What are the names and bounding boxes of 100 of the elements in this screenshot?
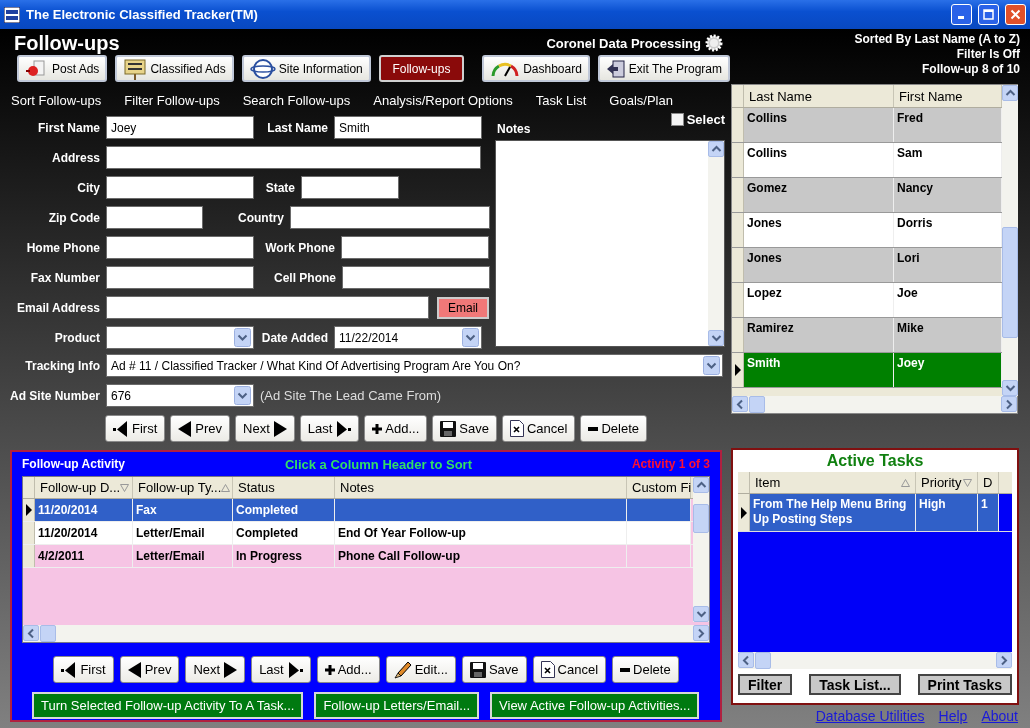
record-button[interactable]: Save [432,415,497,442]
task-button[interactable]: Print Tasks [917,674,1012,695]
dropdown-field[interactable]: 676 [106,384,254,407]
table-row[interactable]: Gomez Nancy [732,178,1002,213]
table-row[interactable]: 11/20/2014 Letter/Email Completed End Of Year Follow-up [23,522,693,545]
notes-field[interactable] [495,140,725,347]
table-row[interactable]: 4/2/2011 Letter/Email In Progress Phone Call Follow-up [23,545,693,568]
menu-item[interactable]: Sort Follow-ups [11,93,102,108]
field-label: City [76,180,101,195]
close-button[interactable] [1005,4,1026,25]
menu-item[interactable]: Search Follow-ups [242,93,351,108]
record-button[interactable]: Cancel [532,656,607,683]
row-pointer-icon [740,506,747,519]
table-cell: Letter/Email [133,545,233,567]
record-button[interactable]: Next [185,656,246,683]
record-button[interactable]: Delete [612,656,679,683]
menu-item[interactable]: Goals/Plan [609,93,673,108]
nav-button[interactable]: Exit The Program [597,55,730,82]
scrollbar-thumb[interactable] [693,504,709,533]
record-button[interactable]: First [53,656,114,683]
record-button[interactable]: Next [235,415,295,442]
record-button[interactable]: Save [461,656,527,683]
task-button[interactable]: Filter [738,674,793,695]
dropdown-field[interactable]: Ad # 11 / Classified Tracker / What Kind Of Advertising Program Are You On? [106,354,723,377]
task-button[interactable]: Task List... [809,674,901,695]
text-field[interactable] [106,176,254,199]
record-button[interactable]: Last [299,415,360,442]
text-field[interactable] [290,206,490,229]
table-row[interactable]: Smith Joey [732,353,1002,388]
text-field[interactable]: Joey [106,116,254,139]
text-field[interactable] [301,176,399,199]
horizontal-scrollbar[interactable] [732,396,1017,413]
last-icon [286,661,303,678]
menu-item[interactable]: Analysis/Report Options [373,93,513,108]
page-title: Follow-ups [14,31,121,55]
record-button[interactable]: Add... [316,656,380,683]
record-button[interactable]: Last [251,656,311,683]
field-label: Cell Phone [273,270,337,285]
scrollbar-thumb[interactable] [749,396,765,413]
record-button[interactable]: Cancel [501,415,576,442]
record-button[interactable]: Add... [364,415,428,442]
record-button[interactable]: Prev [170,415,230,442]
maximize-button[interactable] [978,4,999,25]
record-button[interactable]: Prev [119,656,180,683]
field-label: Work Phone [264,240,336,255]
checkbox[interactable] [670,113,684,126]
minimize-button[interactable] [951,4,972,25]
table-row[interactable]: Lopez Joe [732,283,1002,318]
dropdown-field[interactable]: 11/22/2014 [334,326,482,349]
text-field[interactable] [106,146,481,169]
vertical-scrollbar[interactable] [693,477,709,622]
nav-button[interactable]: Follow-ups [378,55,465,82]
email-button[interactable]: Email [437,296,489,319]
record-button[interactable]: Edit... [385,656,456,683]
record-button[interactable]: First [105,415,166,442]
menu-item[interactable]: Task List [535,93,587,108]
horizontal-scrollbar[interactable] [23,625,709,642]
previous-icon [127,661,142,678]
table-cell: Smith [744,353,894,387]
table-cell: Mike [894,318,1002,352]
table-cell: Collins [744,143,894,177]
nav-button[interactable]: Site Information [241,55,371,82]
vertical-scrollbar[interactable] [1002,85,1018,396]
table-row[interactable]: Ramirez Mike [732,318,1002,353]
action-button[interactable]: View Active Follow-up Activities... [490,692,700,719]
dropdown-field[interactable] [106,326,254,349]
table-row[interactable]: Collins Sam [732,143,1002,178]
maximize-icon [983,9,994,20]
text-field[interactable] [341,236,489,259]
scrollbar-thumb[interactable] [1002,226,1018,339]
vertical-scrollbar[interactable] [708,141,724,346]
table-row[interactable]: Jones Lori [732,248,1002,283]
record-button[interactable]: Delete [580,415,647,442]
panel-title: Active Tasks [825,451,925,471]
text-field[interactable] [106,236,254,259]
table-row[interactable]: Jones Dorris [732,213,1002,248]
text-field[interactable] [106,266,254,289]
exit-door-icon [605,58,626,79]
table-row[interactable]: From The Help Menu Bring Up Posting Steps High 1 [738,494,1012,532]
scrollbar-thumb[interactable] [755,652,771,669]
minus-icon [620,667,631,672]
nav-button[interactable]: Dashboard [482,55,590,82]
chevron-left-icon [742,654,750,666]
status-text: Sorted By Last Name (A to Z) [854,32,1020,47]
text-field[interactable]: Smith [334,116,482,139]
text-field[interactable] [342,266,490,289]
sort-hint: Click a Column Header to Sort [284,456,472,472]
chevron-down-icon [1004,384,1016,392]
action-button[interactable]: Follow-up Letters/Email... [314,692,480,719]
nav-button[interactable]: Post Ads [17,55,108,82]
first-icon [61,661,78,678]
menu-item[interactable]: Filter Follow-ups [124,93,220,108]
text-field[interactable] [106,206,203,229]
table-row[interactable]: 11/20/2014 Fax Completed [23,499,693,522]
action-button[interactable]: Turn Selected Follow-up Activity To A Task... [32,692,304,719]
horizontal-scrollbar[interactable] [738,652,1012,669]
nav-button[interactable]: Classified Ads [115,55,234,82]
text-field[interactable] [106,296,429,319]
scrollbar-thumb[interactable] [40,625,56,642]
table-row[interactable]: Collins Fred [732,108,1002,143]
